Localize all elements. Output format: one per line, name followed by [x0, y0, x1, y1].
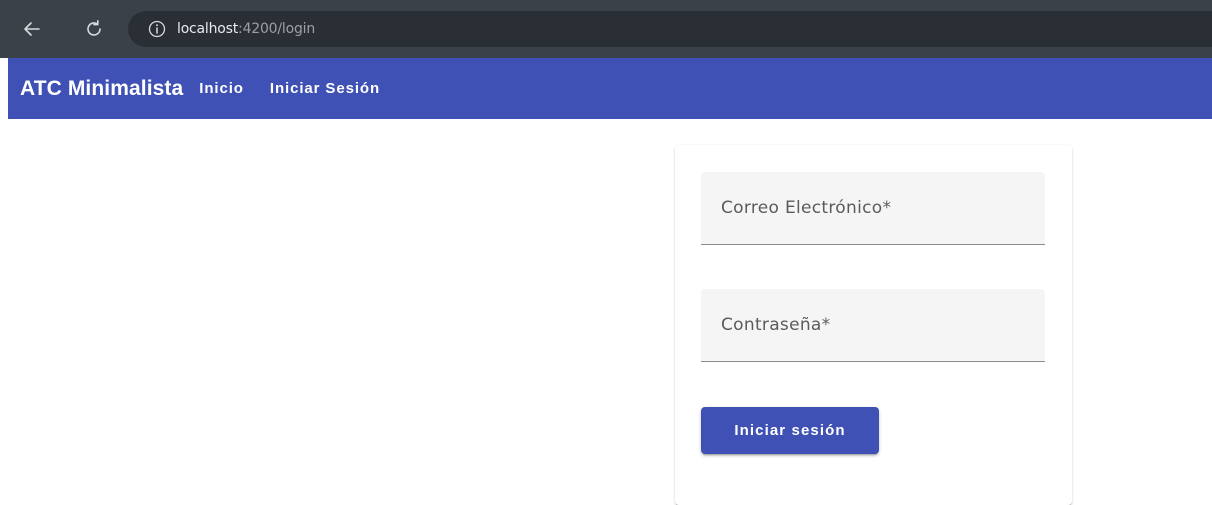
email-input[interactable]	[701, 172, 1045, 244]
address-bar[interactable]: localhost:4200/login	[128, 11, 1212, 47]
info-icon[interactable]	[148, 20, 166, 38]
back-arrow-icon[interactable]	[20, 17, 44, 41]
password-field	[701, 289, 1045, 362]
password-input[interactable]	[701, 289, 1045, 361]
nav-link-iniciar-sesion[interactable]: Iniciar Sesión	[270, 80, 380, 97]
browser-toolbar: localhost:4200/login	[0, 0, 1212, 58]
app-toolbar: ATC Minimalista Inicio Iniciar Sesión	[8, 58, 1212, 119]
url-text[interactable]: localhost:4200/login	[177, 21, 315, 37]
login-card: Iniciar sesión	[675, 145, 1072, 505]
login-submit-button[interactable]: Iniciar sesión	[701, 407, 879, 454]
url-host: localhost	[177, 21, 239, 37]
nav-link-inicio[interactable]: Inicio	[199, 80, 244, 97]
email-field	[701, 172, 1045, 245]
reload-icon[interactable]	[82, 17, 106, 41]
app-brand: ATC Minimalista	[20, 76, 184, 100]
url-path: :4200/login	[238, 21, 316, 37]
